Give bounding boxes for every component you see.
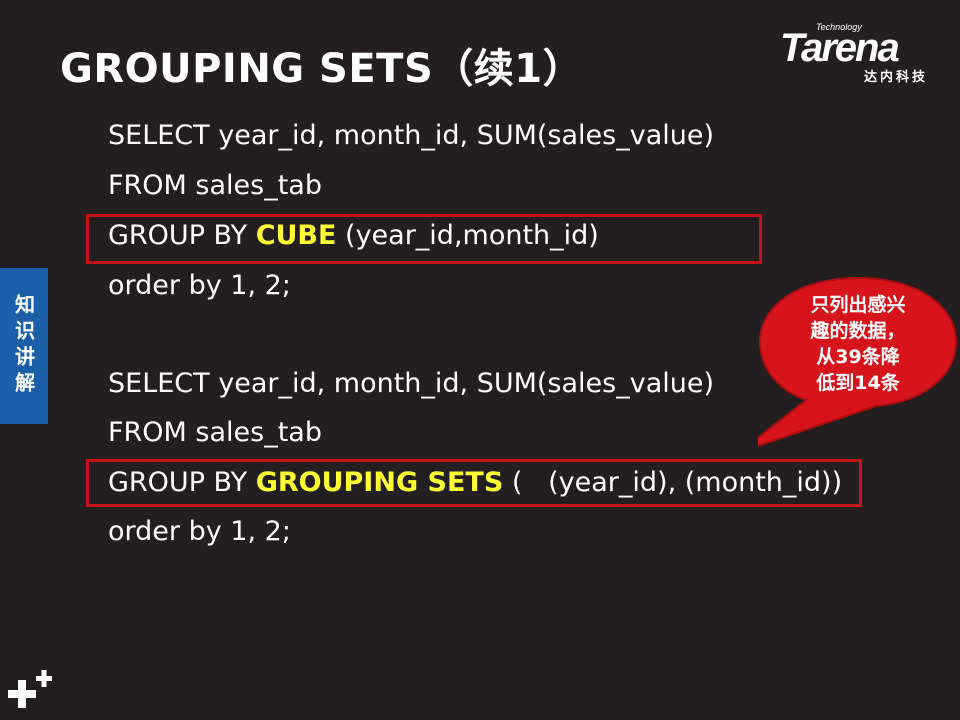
side-tab-label: 知识讲解: [11, 294, 36, 398]
callout-line-3: 从39条降: [816, 346, 900, 368]
query1-from-line: FROM sales_tab: [108, 170, 322, 201]
query2-select-line: SELECT year_id, month_id, SUM(sales_valu…: [108, 368, 715, 399]
tarena-logo: Technology Tarena 达内科技: [780, 22, 945, 85]
query1-order-line: order by 1, 2;: [108, 270, 291, 301]
query2-highlight-box: [86, 459, 862, 507]
slide-title: GROUPING SETS（续1）: [60, 46, 584, 92]
query1-select-line: SELECT year_id, month_id, SUM(sales_valu…: [108, 120, 715, 151]
callout-bubble: 只列出感兴 趣的数据， 从39条降 低到14条: [758, 276, 958, 454]
plus-plus-icon: [8, 670, 52, 708]
query1-highlight-box: [86, 214, 762, 264]
side-tab-knowledge: 知识讲解: [0, 268, 48, 424]
callout-text: 只列出感兴 趣的数据， 从39条降 低到14条: [778, 292, 938, 396]
query2-order-line: order by 1, 2;: [108, 516, 291, 547]
callout-line-2: 趣的数据，: [810, 320, 906, 342]
query2-from-line: FROM sales_tab: [108, 417, 322, 448]
logo-wordmark: Tarena: [780, 26, 900, 70]
logo-subtitle: 达内科技: [864, 70, 929, 85]
callout-line-4: 低到14条: [816, 372, 900, 394]
callout-line-1: 只列出感兴: [810, 294, 906, 316]
